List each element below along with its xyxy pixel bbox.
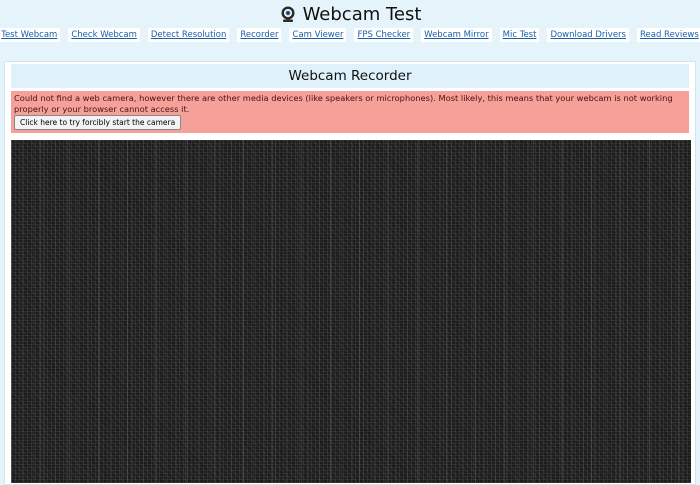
nav-check-webcam[interactable]: Check Webcam — [68, 28, 140, 42]
video-preview[interactable] — [11, 140, 691, 483]
nav-webcam-mirror[interactable]: Webcam Mirror — [421, 28, 492, 42]
brand[interactable]: Webcam Test — [0, 3, 700, 25]
error-message: Could not find a web camera, however the… — [14, 93, 673, 114]
webcam-icon — [279, 5, 297, 23]
nav-cam-viewer[interactable]: Cam Viewer — [289, 28, 347, 42]
nav-recorder[interactable]: Recorder — [237, 28, 282, 42]
nav-detect-resolution[interactable]: Detect Resolution — [147, 28, 230, 42]
nav-test-webcam[interactable]: Test Webcam — [0, 28, 61, 42]
site-title: Webcam Test — [302, 3, 422, 25]
force-start-camera-button[interactable]: Click here to try forcibly start the cam… — [14, 115, 182, 130]
nav-fps-checker[interactable]: FPS Checker — [354, 28, 414, 42]
nav-read-reviews[interactable]: Read Reviews — [636, 28, 700, 42]
main-nav: Test Webcam Check Webcam Detect Resoluti… — [0, 28, 700, 42]
nav-mic-test[interactable]: Mic Test — [499, 28, 540, 42]
site-header: Webcam Test Test Webcam Check Webcam Det… — [0, 0, 700, 56]
error-message-box: Could not find a web camera, however the… — [11, 91, 689, 133]
panel-title: Webcam Recorder — [11, 64, 689, 88]
nav-download-drivers[interactable]: Download Drivers — [547, 28, 629, 42]
recorder-panel: Webcam Recorder Could not find a web cam… — [4, 61, 696, 485]
